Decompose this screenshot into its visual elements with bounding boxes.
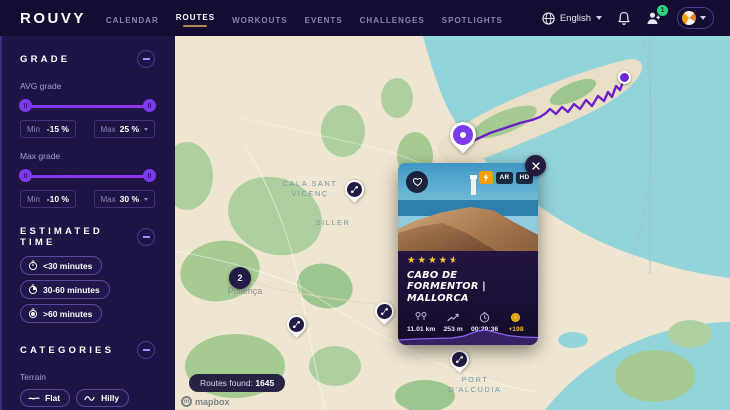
selected-route-end-marker[interactable] xyxy=(618,71,631,84)
star-icon: ★ xyxy=(439,256,448,266)
stopwatch-icon xyxy=(28,260,38,271)
avatar xyxy=(682,11,696,25)
lightning-icon xyxy=(483,173,489,182)
avg-grade-min-handle[interactable] xyxy=(19,99,32,112)
route-icon xyxy=(452,352,467,367)
main-nav: CALENDAR ROUTES WORKOUTS EVENTS CHALLENG… xyxy=(106,9,503,27)
route-icon xyxy=(377,304,392,319)
grade-title: GRADE xyxy=(20,54,70,65)
flat-icon xyxy=(28,394,40,402)
avg-grade-label: AVG grade xyxy=(20,81,155,91)
topbar-right: English 1 xyxy=(542,7,714,29)
chevron-down-icon xyxy=(700,16,706,20)
stopwatch-icon xyxy=(28,284,38,295)
hilly-icon xyxy=(84,394,96,402)
terrain-filter-hilly[interactable]: Hilly xyxy=(76,389,129,407)
max-grade-max-field[interactable]: Max 30 % xyxy=(94,190,156,208)
minus-icon xyxy=(143,349,150,351)
rouvy-logo[interactable]: ROUVY xyxy=(20,10,86,27)
route-icon xyxy=(289,317,304,332)
route-title: CABO DE FORMENTOR | MALLORCA xyxy=(407,270,529,305)
star-icon: ★ xyxy=(407,256,416,266)
filters-sidebar: GRADE AVG grade Min -15 % Max 25 % Max g… xyxy=(0,36,175,410)
nav-calendar[interactable]: CALENDAR xyxy=(106,12,159,25)
friends-button[interactable]: 1 xyxy=(646,11,662,25)
avg-grade-slider xyxy=(20,99,155,113)
bell-icon xyxy=(617,11,631,26)
max-grade-min-handle[interactable] xyxy=(19,169,32,182)
grade-section-header: GRADE xyxy=(20,50,155,68)
ar-badge: AR xyxy=(496,172,513,184)
nav-challenges[interactable]: CHALLENGES xyxy=(360,12,425,25)
route-cluster-marker[interactable]: 2 xyxy=(229,267,251,289)
close-card-button[interactable] xyxy=(525,155,546,176)
route-card[interactable]: AR HD ★ ★ ★ ★ ★★ CABO DE FORMENTOR | MAL… xyxy=(398,163,538,345)
elevation-gain-icon xyxy=(447,312,460,323)
categories-collapse-button[interactable] xyxy=(137,341,155,359)
route-photo: AR HD xyxy=(398,163,538,251)
time-filter-under-30[interactable]: <30 minutes xyxy=(20,256,102,275)
categories-title: CATEGORIES xyxy=(20,345,114,356)
categories-section-header: CATEGORIES xyxy=(20,341,155,359)
nav-spotlights[interactable]: SPOTLIGHTS xyxy=(442,12,503,25)
minus-icon xyxy=(143,236,150,238)
chevron-down-icon xyxy=(144,198,148,201)
estimated-time-section-header: ESTIMATED TIME xyxy=(20,226,155,248)
star-icon: ★ xyxy=(418,256,427,266)
max-grade-slider xyxy=(20,169,155,183)
active-tab-underline xyxy=(183,25,207,27)
sidebar-edge xyxy=(0,36,2,410)
duration-icon xyxy=(479,312,490,323)
nav-workouts[interactable]: WORKOUTS xyxy=(232,12,288,25)
estimated-time-collapse-button[interactable] xyxy=(137,228,155,246)
chevron-down-icon xyxy=(144,128,148,131)
close-icon xyxy=(532,162,540,170)
route-icon xyxy=(347,182,362,197)
terrain-filter-flat[interactable]: Flat xyxy=(20,389,70,407)
estimated-time-title: ESTIMATED TIME xyxy=(20,226,137,248)
max-grade-min-field[interactable]: Min -10 % xyxy=(20,190,76,208)
shaky-ride-badge xyxy=(479,171,493,184)
globe-icon xyxy=(542,12,555,25)
routes-found-badge: Routes found: 1645 xyxy=(189,374,285,392)
terrain-label: Terrain xyxy=(20,372,155,382)
favorite-button[interactable] xyxy=(406,171,428,193)
language-label: English xyxy=(560,13,591,24)
language-selector[interactable]: English xyxy=(542,12,602,25)
stopwatch-icon xyxy=(28,308,38,319)
time-filter-30-60[interactable]: 30-60 minutes xyxy=(20,280,110,299)
route-distance-icon xyxy=(415,312,427,323)
avg-grade-max-handle[interactable] xyxy=(143,99,156,112)
mapbox-attribution[interactable]: m mapbox xyxy=(181,396,230,407)
grade-collapse-button[interactable] xyxy=(137,50,155,68)
minus-icon xyxy=(143,58,150,60)
avg-grade-min-field[interactable]: Min -15 % xyxy=(20,120,76,138)
half-star-icon: ★★ xyxy=(449,256,458,266)
account-menu-button[interactable] xyxy=(677,7,714,29)
lighthouse xyxy=(471,179,476,195)
rouvy-app: ROUVY CALENDAR ROUTES WORKOUTS EVENTS CH… xyxy=(0,0,730,410)
coins-icon xyxy=(510,312,521,323)
max-grade-label: Max grade xyxy=(20,151,155,161)
nav-routes[interactable]: ROUTES xyxy=(176,9,215,27)
routes-map[interactable]: CALA SANTVICENÇ SILLER Pollença PORTD'AL… xyxy=(175,36,730,410)
slider-track[interactable] xyxy=(20,105,155,108)
nav-events[interactable]: EVENTS xyxy=(305,12,343,25)
avg-grade-max-field[interactable]: Max 25 % xyxy=(94,120,156,138)
max-grade-max-handle[interactable] xyxy=(143,169,156,182)
star-icon: ★ xyxy=(428,256,437,266)
friends-badge: 1 xyxy=(657,5,668,16)
rating-stars: ★ ★ ★ ★ ★★ xyxy=(407,256,529,266)
chevron-down-icon xyxy=(596,16,602,20)
notifications-button[interactable] xyxy=(617,11,631,26)
top-navigation-bar: ROUVY CALENDAR ROUTES WORKOUTS EVENTS CH… xyxy=(0,0,730,36)
elevation-profile xyxy=(398,325,538,345)
time-filter-over-60[interactable]: >60 minutes xyxy=(20,304,102,323)
heart-icon xyxy=(412,177,423,187)
slider-track[interactable] xyxy=(20,175,155,178)
mapbox-icon: m xyxy=(181,396,192,407)
